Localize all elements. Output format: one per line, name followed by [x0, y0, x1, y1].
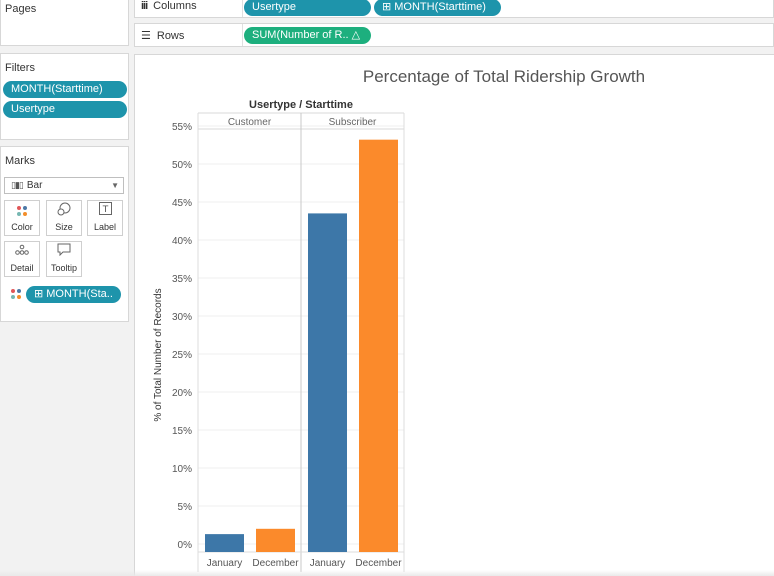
- filter-pill-month-starttime[interactable]: MONTH(Starttime): [3, 81, 127, 98]
- x-tick-label: January: [310, 558, 346, 569]
- bar-chart: Percentage of Total Ridership Growth User…: [153, 67, 645, 572]
- tooltip-card-label: Tooltip: [50, 263, 77, 273]
- svg-text:T: T: [101, 205, 108, 215]
- bar-subscriber-january: [308, 213, 347, 552]
- y-tick-label: 45%: [172, 198, 192, 209]
- detail-card[interactable]: Detail: [4, 241, 40, 277]
- y-tick-label: 25%: [172, 350, 192, 361]
- x-tick-label: January: [207, 558, 243, 569]
- rows-shelf[interactable]: ☰ Rows SUM(Number of R.. △: [134, 23, 774, 47]
- y-tick-label: 20%: [172, 388, 192, 399]
- rows-shelf-label: ☰ Rows: [141, 29, 184, 42]
- columns-shelf-label: iii Columns: [141, 0, 197, 12]
- label-card-label: Label: [93, 222, 117, 232]
- y-axis-label: % of Total Number of Records: [153, 288, 164, 421]
- bottom-shadow: [0, 570, 774, 576]
- x-tick-label: December: [355, 558, 402, 569]
- bar-customer-january: [205, 534, 244, 552]
- chart-title: Percentage of Total Ridership Growth: [363, 67, 645, 86]
- column-header-title: Usertype / Starttime: [249, 99, 353, 111]
- marks-panel: Marks ▯▮▯ Bar ▼ Color Size T Label Detai…: [0, 146, 129, 322]
- y-tick-label: 40%: [172, 236, 192, 247]
- shelf-divider: [242, 24, 243, 46]
- y-tick-label: 35%: [172, 274, 192, 285]
- tooltip-icon: [47, 243, 81, 263]
- columns-shelf[interactable]: iii Columns Usertype ⊞ MONTH(Starttime): [134, 0, 774, 18]
- pages-panel: Pages: [0, 0, 129, 46]
- rows-label-text: Rows: [156, 30, 185, 42]
- chevron-down-icon: ▼: [111, 181, 119, 190]
- y-tick-label: 30%: [172, 312, 192, 323]
- color-palette-icon: [10, 289, 22, 301]
- size-icon: [47, 202, 81, 222]
- mark-type-dropdown[interactable]: ▯▮▯ Bar ▼: [4, 177, 124, 194]
- marks-title: Marks: [5, 155, 35, 167]
- y-tick-label: 10%: [172, 464, 192, 475]
- tooltip-card[interactable]: Tooltip: [46, 241, 82, 277]
- detail-icon: [5, 243, 39, 263]
- detail-card-label: Detail: [10, 263, 34, 273]
- label-card[interactable]: T Label: [87, 200, 123, 236]
- chart-view: Percentage of Total Ridership Growth User…: [134, 54, 774, 576]
- x-tick-label: December: [252, 558, 299, 569]
- columns-icon: iii: [141, 0, 148, 12]
- filters-panel: Filters MONTH(Starttime) Usertype: [0, 53, 129, 140]
- mark-type-value: Bar: [26, 180, 43, 191]
- y-tick-label: 5%: [178, 502, 193, 513]
- filters-title: Filters: [5, 62, 35, 74]
- columns-pill-usertype[interactable]: Usertype: [244, 0, 371, 16]
- filter-pill-usertype[interactable]: Usertype: [3, 101, 127, 118]
- columns-label-text: Columns: [153, 0, 197, 12]
- bar-subscriber-december: [359, 139, 398, 552]
- rows-icon: ☰: [141, 30, 151, 42]
- pages-title: Pages: [5, 3, 37, 15]
- y-tick-label: 55%: [172, 122, 192, 133]
- y-tick-label: 15%: [172, 426, 192, 437]
- y-tick-label: 50%: [172, 160, 192, 171]
- bar-chart-icon: ▯▮▯: [11, 180, 24, 190]
- bar-customer-december: [256, 528, 295, 552]
- size-card[interactable]: Size: [46, 200, 82, 236]
- text-label-icon: T: [88, 202, 122, 222]
- color-icon: [5, 202, 39, 222]
- color-card[interactable]: Color: [4, 200, 40, 236]
- color-pill-month-starttime[interactable]: ⊞ MONTH(Sta..: [26, 286, 121, 303]
- columns-pill-month-starttime[interactable]: ⊞ MONTH(Starttime): [374, 0, 501, 16]
- y-tick-label: 0%: [178, 540, 193, 551]
- shelf-divider: [242, 0, 243, 17]
- color-card-label: Color: [11, 222, 33, 232]
- rows-pill-sum-records[interactable]: SUM(Number of R.. △: [244, 27, 371, 44]
- size-card-label: Size: [55, 222, 73, 232]
